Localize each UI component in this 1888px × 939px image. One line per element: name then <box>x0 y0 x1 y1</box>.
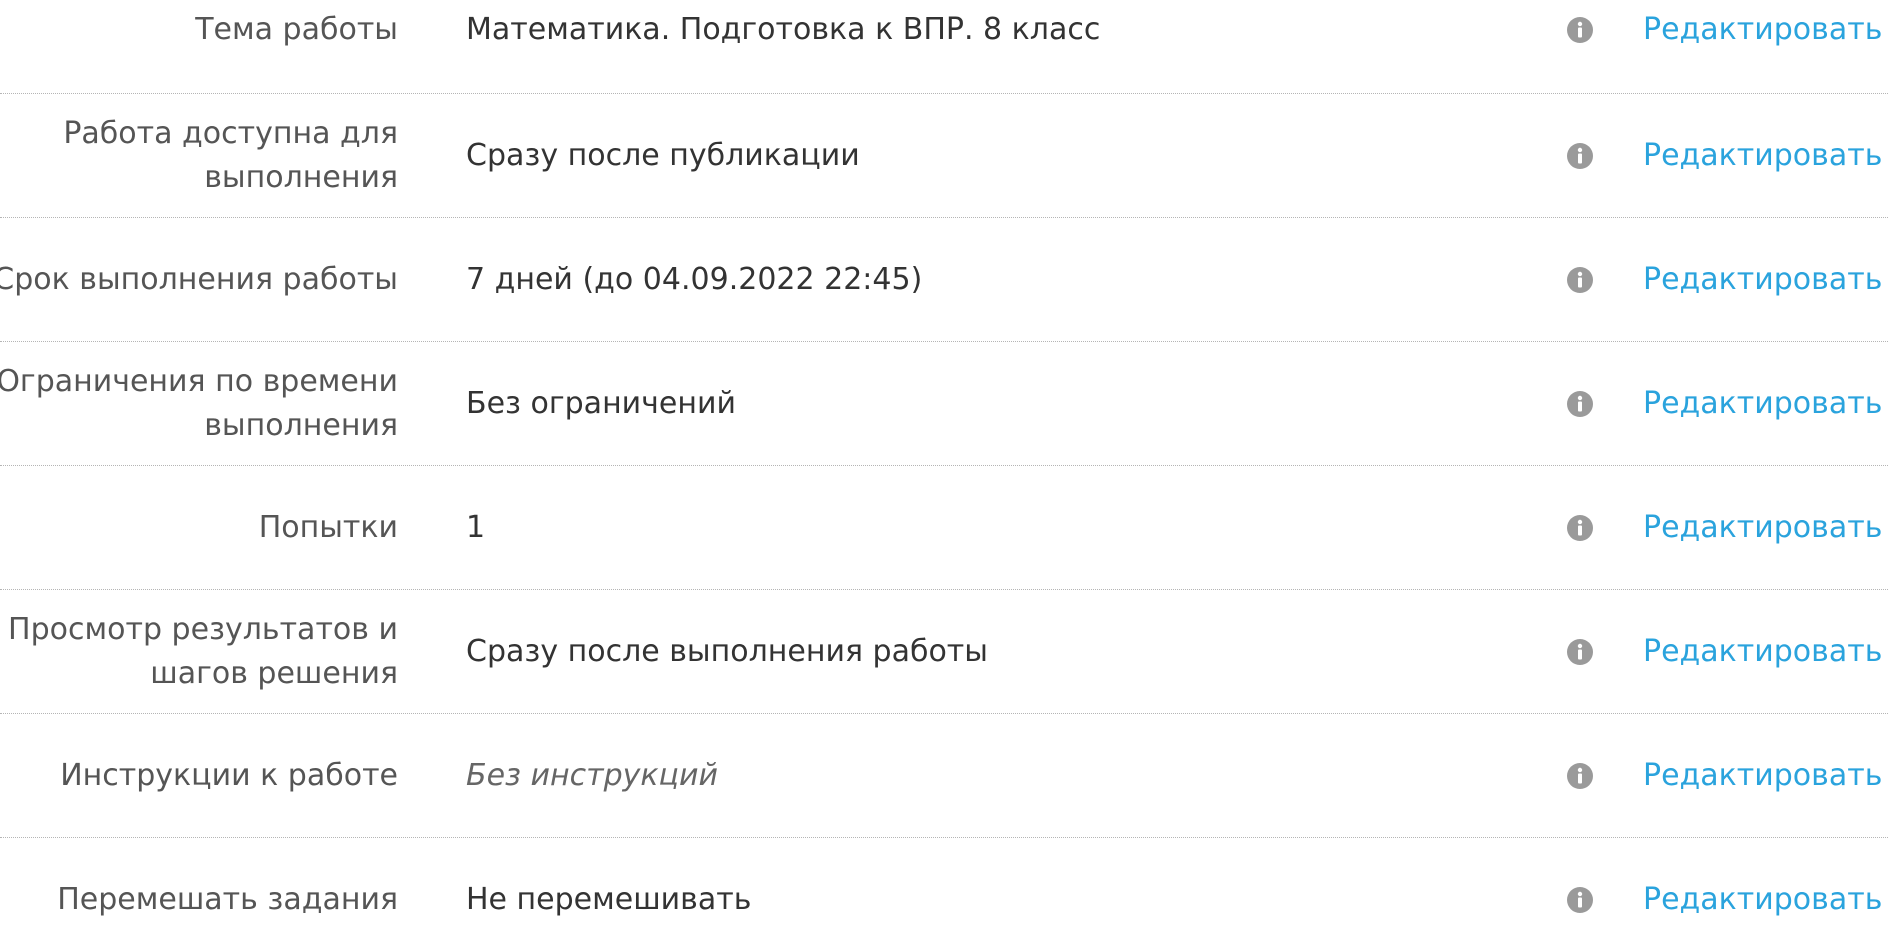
edit-link-instructions[interactable]: Редактировать <box>1643 754 1882 798</box>
setting-row-deadline: Срок выполнения работы 7 дней (до 04.09.… <box>0 218 1888 342</box>
info-circle-icon[interactable] <box>1566 142 1594 170</box>
edit-link-deadline[interactable]: Редактировать <box>1643 258 1882 302</box>
setting-label: Срок выполнения работы <box>0 261 398 297</box>
work-settings-list: Тема работы Математика. Подготовка к ВПР… <box>0 0 1888 939</box>
setting-value: Математика. Подготовка к ВПР. 8 класс <box>466 12 1101 47</box>
edit-link-shuffle[interactable]: Редактировать <box>1643 878 1882 922</box>
setting-label: Работа доступна для выполнения <box>63 115 398 195</box>
info-circle-icon[interactable] <box>1566 514 1594 542</box>
setting-label: Ограничения по времени выполнения <box>0 363 398 443</box>
info-circle-icon[interactable] <box>1566 638 1594 666</box>
info-circle-icon[interactable] <box>1566 390 1594 418</box>
setting-value: Без ограничений <box>466 385 736 421</box>
info-circle-icon[interactable] <box>1566 762 1594 790</box>
edit-link-availability[interactable]: Редактировать <box>1643 134 1882 178</box>
edit-link-topic[interactable]: Редактировать <box>1643 8 1882 52</box>
info-circle-icon[interactable] <box>1566 16 1594 44</box>
setting-row-results-view: Просмотр результатов и шагов решения Сра… <box>0 590 1888 714</box>
setting-value: Не перемешивать <box>466 882 752 917</box>
setting-label: Просмотр результатов и шагов решения <box>8 611 398 691</box>
setting-label: Попытки <box>258 509 398 545</box>
setting-row-time-limit: Ограничения по времени выполнения Без ог… <box>0 342 1888 466</box>
setting-value: Сразу после публикации <box>466 137 860 173</box>
setting-row-instructions: Инструкции к работе Без инструкций Редак… <box>0 714 1888 838</box>
setting-value: 7 дней (до 04.09.2022 22:45) <box>466 261 923 297</box>
setting-label: Тема работы <box>195 12 398 47</box>
edit-link-time-limit[interactable]: Редактировать <box>1643 382 1882 426</box>
setting-row-attempts: Попытки 1 Редактировать <box>0 466 1888 590</box>
setting-value: Без инструкций <box>466 757 718 793</box>
setting-value: 1 <box>466 509 486 545</box>
setting-row-availability: Работа доступна для выполнения Сразу пос… <box>0 94 1888 218</box>
setting-label: Перемешать задания <box>57 882 398 917</box>
setting-row-shuffle: Перемешать задания Не перемешивать Редак… <box>0 838 1888 939</box>
info-circle-icon[interactable] <box>1566 886 1594 914</box>
setting-value: Сразу после выполнения работы <box>466 633 988 669</box>
info-circle-icon[interactable] <box>1566 266 1594 294</box>
setting-row-topic: Тема работы Математика. Подготовка к ВПР… <box>0 0 1888 94</box>
edit-link-attempts[interactable]: Редактировать <box>1643 506 1882 550</box>
setting-label: Инструкции к работе <box>60 757 398 793</box>
edit-link-results-view[interactable]: Редактировать <box>1643 630 1882 674</box>
